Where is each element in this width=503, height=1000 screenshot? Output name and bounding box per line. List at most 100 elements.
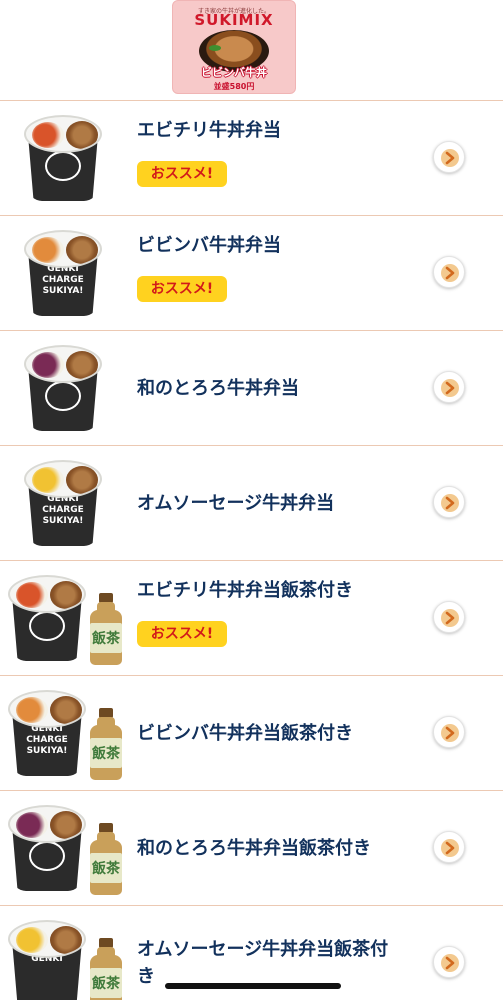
side-dish [32, 467, 64, 493]
gyudon-beef [50, 926, 82, 954]
promo-banner-area: すき家の牛丼が進化した。 SUKIMIX ビビンバ牛丼 並盛580円 [0, 0, 503, 100]
bento-top [24, 345, 102, 383]
item-title: エビチリ牛丼弁当 [137, 120, 281, 141]
item-title: エビチリ牛丼弁当飯茶付き [137, 580, 353, 601]
item-title: 和のとろろ牛丼弁当 [137, 378, 299, 399]
bento-image: GENKI [8, 920, 86, 1000]
gyudon-beef [50, 696, 82, 724]
tea-bottle-image: 飯茶 [88, 938, 124, 1000]
gyudon-beef [66, 351, 98, 379]
side-dish [16, 697, 48, 723]
chevron-glyph [445, 841, 455, 855]
gyudon-beef [50, 811, 82, 839]
cup-logo [29, 611, 65, 641]
bottle-label: 飯茶 [90, 968, 122, 998]
bento-top [8, 920, 86, 958]
chevron-glyph [445, 956, 455, 970]
bento-image [24, 115, 102, 203]
bowl-garnish [209, 45, 221, 51]
item-title: ビビンバ牛丼弁当飯茶付き [137, 723, 353, 744]
cup-text: GENKI CHARGE SUKIYA! [42, 494, 84, 526]
product-image: 飯茶 [8, 569, 128, 669]
bottle-label: 飯茶 [90, 853, 122, 883]
home-indicator [165, 983, 341, 989]
bento-image [8, 575, 86, 663]
item-title: ビビンバ牛丼弁当 [137, 235, 281, 256]
chevron-right-icon[interactable] [433, 946, 465, 978]
item-title: オムソーセージ牛丼弁当 [137, 493, 335, 514]
side-dish [32, 122, 64, 148]
bento-image: GENKI CHARGE SUKIYA! [8, 690, 86, 778]
chevron-right-icon[interactable] [433, 371, 465, 403]
bento-top [8, 575, 86, 613]
item-title: オムソーセージ牛丼弁当飯茶付 き [137, 939, 389, 987]
product-image [8, 339, 128, 439]
product-image: GENKI CHARGE SUKIYA! [8, 224, 128, 324]
recommended-badge: おススメ! [137, 161, 227, 187]
item-title: 和のとろろ牛丼弁当飯茶付き [137, 838, 371, 859]
bento-top [24, 115, 102, 153]
menu-item[interactable]: 飯茶 和のとろろ牛丼弁当飯茶付き [0, 791, 503, 906]
bento-top [8, 805, 86, 843]
menu-item[interactable]: GENKI CHARGE SUKIYA! 飯茶 ビビンバ牛丼弁当飯茶付き [0, 676, 503, 791]
product-image: 飯茶 [8, 799, 128, 899]
tea-bottle-image: 飯茶 [88, 708, 124, 780]
chevron-glyph [445, 611, 455, 625]
chevron-glyph [445, 151, 455, 165]
cup-text: GENKI CHARGE SUKIYA! [26, 724, 68, 756]
gyudon-beef [50, 581, 82, 609]
recommended-badge: おススメ! [137, 621, 227, 647]
bento-image: GENKI CHARGE SUKIYA! [24, 460, 102, 548]
menu-item[interactable]: 飯茶 エビチリ牛丼弁当飯茶付きおススメ! [0, 561, 503, 676]
menu-item[interactable]: GENKI CHARGE SUKIYA! ビビンバ牛丼弁当おススメ! [0, 216, 503, 331]
chevron-glyph [445, 381, 455, 395]
menu-list: エビチリ牛丼弁当おススメ! GENKI CHARGE SUKIYA! ビビンバ牛丼弁… [0, 100, 503, 1000]
product-image [8, 109, 128, 209]
menu-item[interactable]: エビチリ牛丼弁当おススメ! [0, 101, 503, 216]
cup-logo [29, 841, 65, 871]
chevron-right-icon[interactable] [433, 486, 465, 518]
product-image: GENKI 飯茶 [8, 914, 128, 1000]
sukimix-promo-banner[interactable]: すき家の牛丼が進化した。 SUKIMIX ビビンバ牛丼 並盛580円 [172, 0, 296, 94]
banner-dish-name: ビビンバ牛丼 [201, 66, 267, 79]
tea-bottle-image: 飯茶 [88, 823, 124, 895]
chevron-right-icon[interactable] [433, 601, 465, 633]
recommended-badge: おススメ! [137, 276, 227, 302]
chevron-right-icon[interactable] [433, 716, 465, 748]
product-image: GENKI CHARGE SUKIYA! [8, 454, 128, 554]
bento-top [24, 230, 102, 268]
bottle-label: 飯茶 [90, 623, 122, 653]
menu-item[interactable]: GENKI CHARGE SUKIYA! オムソーセージ牛丼弁当 [0, 446, 503, 561]
tea-label-text: 飯茶 [92, 861, 120, 877]
cup-text: GENKI CHARGE SUKIYA! [42, 264, 84, 296]
bento-top [24, 460, 102, 498]
tea-label-text: 飯茶 [92, 746, 120, 762]
gyudon-beef [66, 236, 98, 264]
cup-logo [45, 381, 81, 411]
chevron-right-icon[interactable] [433, 831, 465, 863]
bottle-label: 飯茶 [90, 738, 122, 768]
gyudon-beef [66, 466, 98, 494]
side-dish [32, 237, 64, 263]
chevron-right-icon[interactable] [433, 141, 465, 173]
tea-label-text: 飯茶 [92, 631, 120, 647]
bento-image [24, 345, 102, 433]
cup-logo [45, 151, 81, 181]
bento-image: GENKI CHARGE SUKIYA! [24, 230, 102, 318]
tea-bottle-image: 飯茶 [88, 593, 124, 665]
side-dish [32, 352, 64, 378]
side-dish [16, 812, 48, 838]
tea-label-text: 飯茶 [92, 976, 120, 992]
gyudon-beef [66, 121, 98, 149]
side-dish [16, 927, 48, 953]
bento-image [8, 805, 86, 893]
banner-price: 並盛580円 [213, 82, 255, 91]
side-dish [16, 582, 48, 608]
bento-top [8, 690, 86, 728]
product-image: GENKI CHARGE SUKIYA! 飯茶 [8, 684, 128, 784]
chevron-right-icon[interactable] [433, 256, 465, 288]
chevron-glyph [445, 496, 455, 510]
menu-item[interactable]: 和のとろろ牛丼弁当 [0, 331, 503, 446]
banner-logo: SUKIMIX [194, 11, 274, 29]
chevron-glyph [445, 266, 455, 280]
